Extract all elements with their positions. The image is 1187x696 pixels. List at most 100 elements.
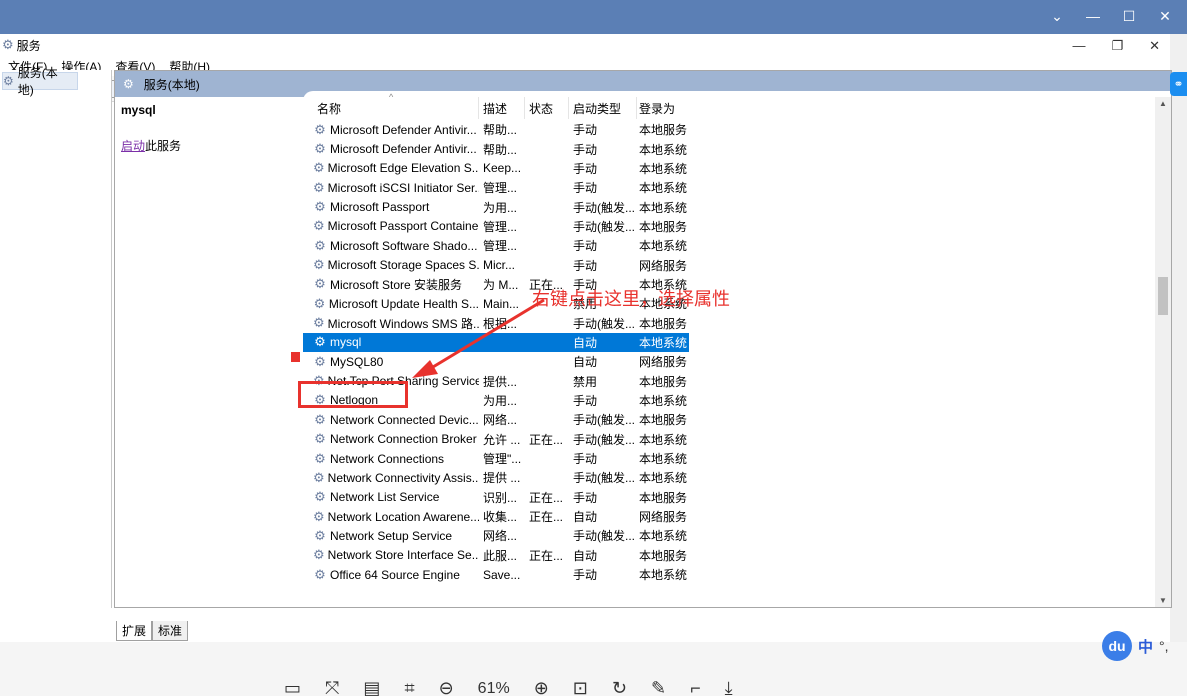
thumbnail-icon[interactable]: ▭	[284, 678, 301, 696]
service-row[interactable]: ⚙ Microsoft Software Shado... 管理... 手动 本地系统	[303, 236, 1171, 255]
annotation-marker	[291, 352, 300, 362]
service-row[interactable]: ⚙ Microsoft Storage Spaces S... Micr... 手动 网…	[303, 255, 1171, 274]
service-row[interactable]: ⚙ Microsoft Defender Antivir... 帮助... 手动 本地服…	[303, 120, 1171, 139]
scroll-up-icon[interactable]: ▲	[1155, 99, 1171, 108]
rotate-icon[interactable]: ↻	[612, 678, 627, 696]
service-log-on-as: 本地服务	[639, 219, 688, 234]
service-status	[525, 565, 569, 584]
service-row[interactable]: ⚙ Network Connections 管理"... 手动 本地系统	[303, 449, 1171, 468]
ime-mode[interactable]: 中	[1138, 636, 1153, 657]
tab-extended[interactable]: 扩展	[116, 621, 153, 641]
service-description: 提供 ...	[483, 471, 521, 486]
service-row[interactable]: ⚙ Microsoft Update Health S... Main... 禁用 本地…	[303, 294, 1171, 313]
service-description: 识别...	[483, 490, 518, 505]
service-gear-icon: ⚙	[314, 411, 326, 427]
service-gear-icon: ⚙	[314, 527, 326, 543]
service-row[interactable]: ⚙ Network Location Awarene... 收集... 正在... 自动…	[303, 507, 1171, 526]
service-name: Microsoft Passport	[330, 200, 430, 215]
service-row[interactable]: ⚙ Microsoft Passport 为用... 手动(触发... 本地系统	[303, 197, 1171, 216]
viewer-toolbar: ▭ ⤧ ▤ ⌗ ⊖ 61% ⊕ ⊡ ↻ ✎ ⌐ ⤓	[0, 642, 1187, 696]
column-header-label: 启动类型	[573, 101, 622, 116]
close-icon[interactable]: ✕	[1157, 8, 1173, 25]
services-rows: ⚙ Microsoft Defender Antivir... 帮助... 手动 本地服…	[303, 120, 1171, 584]
services-list: ^ 名称 描述 状态 启动类型 登录为 ⚙ Microsoft Defender …	[303, 91, 1171, 605]
service-description: Micr...	[483, 258, 515, 273]
ime-punct[interactable]: °,	[1159, 638, 1169, 654]
ime-widget[interactable]: du 中 °,	[1102, 631, 1169, 661]
service-row[interactable]: ⚙ Microsoft Store 安装服务为 M... 正在... 手动 本地系统	[303, 275, 1171, 294]
service-row[interactable]: ⚙ Network Store Interface Se... 此服... 正在...…	[303, 546, 1171, 565]
download-icon[interactable]: ⤓	[725, 678, 733, 696]
service-status	[525, 410, 569, 429]
service-name: Microsoft iSCSI Initiator Ser...	[327, 180, 479, 195]
column-header-startup-type[interactable]: 启动类型	[569, 97, 637, 119]
start-service-link[interactable]: 启动	[121, 139, 145, 153]
ime-logo[interactable]: du	[1102, 631, 1132, 661]
edit-icon[interactable]: ✎	[651, 678, 666, 696]
column-header-description[interactable]: 描述	[479, 97, 525, 119]
ocr-icon[interactable]: ▤	[363, 678, 380, 696]
zoom-in-icon[interactable]: ⊕	[534, 678, 549, 696]
crop-icon[interactable]: ⌐	[690, 678, 701, 696]
column-header-status[interactable]: 状态	[525, 97, 569, 119]
service-row[interactable]: ⚙ mysql 自动 本地系统	[303, 332, 1171, 353]
service-gear-icon: ⚙	[313, 257, 325, 273]
service-gear-icon: ⚙	[313, 547, 325, 563]
minimize-icon[interactable]: —	[1085, 8, 1101, 25]
service-name-cell: ⚙ MySQL80	[303, 352, 479, 371]
service-row[interactable]: ⚙ Office 64 Source Engine Save... 手动 本地系统	[303, 565, 1171, 584]
service-log-on-as: 本地服务	[639, 490, 688, 505]
service-startup-type: 手动	[573, 161, 598, 176]
window-restore-icon[interactable]: ❐	[1111, 38, 1123, 54]
service-status: 正在...	[529, 432, 564, 447]
service-row[interactable]: ⚙ Network Setup Service 网络... 手动(触发... 本地系统	[303, 526, 1171, 545]
fit-screen-icon[interactable]: ⤧	[325, 678, 339, 696]
service-name: Microsoft Edge Elevation S...	[327, 161, 479, 176]
service-log-on-as: 本地系统	[639, 161, 688, 176]
service-row[interactable]: ⚙ Network List Service 识别... 正在... 手动 本地服务	[303, 488, 1171, 507]
zoom-out-icon[interactable]: ⊖	[439, 678, 454, 696]
service-row[interactable]: ⚙ Netlogon 为用... 手动 本地系统	[303, 391, 1171, 410]
link-icon[interactable]: ⚭	[1170, 72, 1187, 96]
maximize-icon[interactable]: ☐	[1121, 8, 1137, 25]
service-startup-type: 自动	[573, 548, 598, 563]
vertical-scrollbar[interactable]: ▲ ▼	[1155, 97, 1171, 607]
service-startup-type: 自动	[573, 510, 598, 525]
service-row[interactable]: ⚙ Network Connectivity Assis... 提供 ... 手动(触…	[303, 468, 1171, 487]
actual-size-icon[interactable]: ⊡	[573, 678, 588, 696]
column-header-name[interactable]: ^ 名称	[303, 92, 479, 119]
tab-standard[interactable]: 标准	[152, 621, 189, 641]
service-row[interactable]: ⚙ Microsoft Edge Elevation S... Keep... 手动 本…	[303, 159, 1171, 178]
service-row[interactable]: ⚙ Microsoft iSCSI Initiator Ser... 管理... 手动…	[303, 178, 1171, 197]
annotation-highlight-box	[298, 381, 408, 408]
chevron-down-icon[interactable]: ⌄	[1049, 8, 1065, 25]
service-name-cell: ⚙ Network Connected Devic...	[303, 410, 479, 429]
window-close-icon[interactable]: ✕	[1149, 38, 1160, 54]
service-row[interactable]: ⚙ Microsoft Windows SMS 路... 根据... 手动(触发...…	[303, 313, 1171, 332]
service-row[interactable]: ⚙ Microsoft Defender Antivir... 帮助... 手动 本地系…	[303, 139, 1171, 158]
column-header-log-on-as[interactable]: 登录为	[637, 97, 697, 119]
service-row[interactable]: ⚙ Microsoft Passport Container 管理... 手动(触发.…	[303, 217, 1171, 236]
service-log-on-as: 本地服务	[639, 413, 688, 428]
service-name-cell: ⚙ Microsoft Windows SMS 路...	[303, 313, 479, 332]
service-row[interactable]: ⚙ Network Connected Devic... 网络... 手动(触发...…	[303, 410, 1171, 429]
service-status	[525, 526, 569, 545]
service-name: MySQL80	[330, 354, 384, 369]
window-minimize-icon[interactable]: —	[1072, 38, 1085, 54]
service-startup-type: 手动	[573, 568, 598, 583]
service-name: Network Store Interface Se...	[327, 548, 479, 563]
scrollbar-thumb[interactable]	[1158, 277, 1168, 315]
service-startup-type: 禁用	[573, 374, 598, 389]
service-description: 为用...	[483, 200, 518, 215]
service-startup-type: 手动	[573, 181, 598, 196]
service-gear-icon: ⚙	[314, 489, 326, 505]
service-gear-icon: ⚙	[313, 179, 325, 195]
scroll-down-icon[interactable]: ▼	[1155, 596, 1171, 605]
tree-item-services-local[interactable]: ⚙ 服务(本地)	[2, 66, 78, 97]
service-row[interactable]: ⚙ Net.Tcp Port Sharing Service 提供... 禁用 本地服务	[303, 371, 1171, 390]
service-gear-icon: ⚙	[313, 315, 325, 331]
crop-frame-icon[interactable]: ⌗	[404, 678, 414, 696]
service-row[interactable]: ⚙ MySQL80 自动 网络服务	[303, 352, 1171, 371]
service-startup-type: 自动	[573, 355, 598, 370]
service-row[interactable]: ⚙ Network Connection Broker 允许 ... 正在... 手动(…	[303, 430, 1171, 449]
